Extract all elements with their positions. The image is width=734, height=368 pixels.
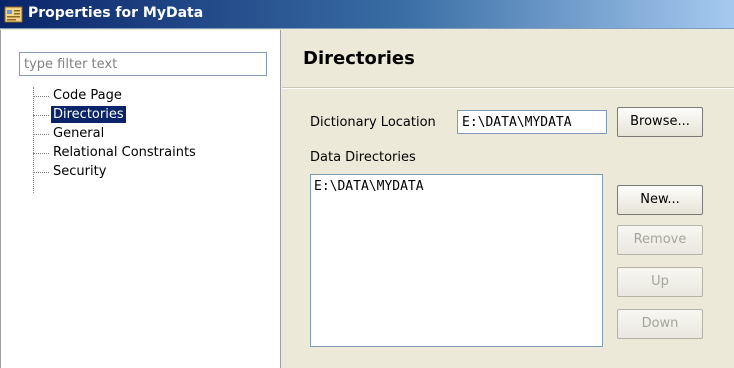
tree-item-label: Directories xyxy=(51,106,126,123)
page-title: Directories xyxy=(303,48,415,69)
up-button[interactable]: Up xyxy=(617,267,703,297)
tree-item-relational-constraints[interactable]: Relational Constraints xyxy=(33,144,273,163)
new-button[interactable]: New... xyxy=(617,185,703,215)
down-button[interactable]: Down xyxy=(617,309,703,339)
tree-item-general[interactable]: General xyxy=(33,125,273,144)
tree-item-label: Security xyxy=(53,164,107,179)
data-directories-label: Data Directories xyxy=(310,150,416,165)
list-item[interactable]: E:\DATA\MYDATA xyxy=(314,178,599,196)
settings-page: Directories Dictionary Location Browse..… xyxy=(282,30,734,368)
tree-item-security[interactable]: Security xyxy=(33,163,273,182)
navigation-panel: Code Page Directories General Relational… xyxy=(0,30,281,368)
page-header: Directories xyxy=(282,30,734,88)
browse-button[interactable]: Browse... xyxy=(617,107,703,137)
remove-button[interactable]: Remove xyxy=(617,225,703,255)
dictionary-location-label: Dictionary Location xyxy=(310,115,436,130)
header-divider xyxy=(282,88,734,89)
properties-icon xyxy=(4,6,23,23)
properties-dialog: Properties for MyData Code Page Director… xyxy=(0,0,734,368)
data-directories-list[interactable]: E:\DATA\MYDATA xyxy=(310,174,603,347)
filter-input[interactable] xyxy=(19,52,267,76)
tree-item-label: Code Page xyxy=(53,88,122,103)
tree-item-label: Relational Constraints xyxy=(53,145,196,160)
window-title: Properties for MyData xyxy=(28,5,204,21)
tree-item-label: General xyxy=(53,126,105,141)
tree-item-code-page[interactable]: Code Page xyxy=(33,87,273,106)
tree-item-directories[interactable]: Directories xyxy=(33,106,273,125)
dictionary-location-input[interactable] xyxy=(457,110,607,134)
title-bar[interactable]: Properties for MyData xyxy=(0,0,734,29)
category-tree: Code Page Directories General Relational… xyxy=(33,87,273,193)
